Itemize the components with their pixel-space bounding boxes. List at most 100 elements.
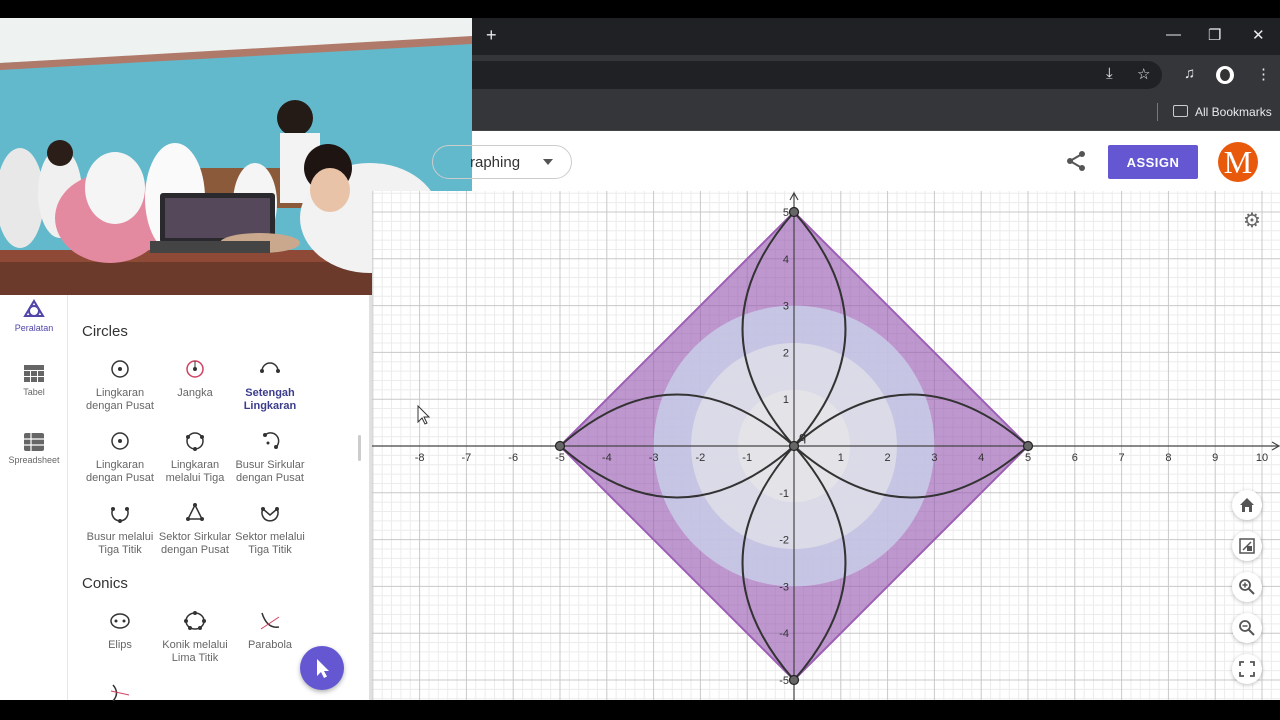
tool-label-1: Busur Sirkular [235, 459, 305, 471]
tool-label-1: Elips [108, 639, 132, 651]
zoom-in-button[interactable] [1232, 572, 1262, 602]
tool-list: Circles Lingkaran dengan Pusat Jangka Se… [82, 295, 362, 702]
tool-parabola[interactable]: Parabola [232, 611, 308, 652]
tool-compass[interactable]: Jangka [157, 359, 233, 400]
tool-label-2: dengan Pusat [86, 472, 154, 484]
section-title-conics: Conics [82, 575, 128, 592]
graph-point[interactable] [788, 206, 800, 218]
media-control-icon[interactable]: ♫ [1184, 65, 1195, 82]
app-selector[interactable]: raphing [432, 145, 572, 179]
settings-gear-icon[interactable]: ⚙ [1243, 208, 1261, 233]
tool-circle-center[interactable]: Lingkaran dengan Pusat [82, 359, 158, 413]
x-tick-label: -1 [742, 452, 752, 464]
close-window-button[interactable]: ✕ [1252, 26, 1265, 44]
fullscreen-button[interactable] [1232, 654, 1262, 684]
tool-conic-five-points[interactable]: Konik melalui Lima Titik [157, 611, 233, 665]
tool-arc-three-points[interactable]: Busur melalui Tiga Titik [82, 503, 158, 557]
zoom-out-icon [1239, 620, 1255, 636]
tool-label-2: Tiga Titik [98, 544, 142, 556]
bookmark-star-icon[interactable]: ☆ [1137, 65, 1150, 83]
bookmarks-bar: All Bookmarks [472, 95, 1280, 131]
graph-point[interactable] [554, 440, 566, 452]
circle-center-icon [111, 432, 129, 450]
browser-toolbar: ⤓ ☆ ♫ ⋮ [472, 55, 1280, 95]
minimize-button[interactable]: — [1166, 26, 1181, 43]
tool-hyperbola[interactable] [82, 683, 158, 711]
x-tick-label: 2 [885, 452, 891, 464]
tool-ellipse[interactable]: Elips [82, 611, 158, 652]
assign-button[interactable]: ASSIGN [1108, 145, 1198, 179]
x-tick-label: 5 [1025, 452, 1031, 464]
rail-item-spreadsheet[interactable]: Spreadsheet [0, 433, 68, 465]
rail-item-tabel[interactable]: Tabel [0, 365, 68, 397]
tool-label-2: dengan Pusat [236, 472, 304, 484]
rail-label: Tabel [23, 387, 45, 397]
x-tick-label: 6 [1072, 452, 1078, 464]
tool-label-1: Busur melalui [86, 531, 154, 543]
graph-point[interactable] [788, 674, 800, 686]
tool-semicircle[interactable]: Setengah Lingkaran [232, 359, 308, 413]
tool-label-2: Tiga Titik [248, 544, 292, 556]
tool-list-scrollbar[interactable] [358, 435, 361, 461]
fullscreen-icon [1239, 661, 1255, 677]
all-bookmarks-link[interactable]: All Bookmarks [1195, 105, 1272, 119]
y-tick-label: 4 [783, 254, 789, 266]
home-view-button[interactable] [1232, 490, 1262, 520]
share-icon[interactable] [1064, 149, 1088, 173]
browser-menu-icon[interactable]: ⋮ [1256, 65, 1271, 83]
x-tick-label: 10 [1256, 452, 1268, 464]
circle-three-points-icon [186, 432, 204, 451]
x-tick-label: -4 [602, 452, 612, 464]
app-header: raphing ASSIGN M [432, 131, 1280, 191]
cursor-icon [317, 659, 329, 678]
user-logo[interactable]: M [1218, 142, 1258, 182]
x-tick-label: -8 [415, 452, 425, 464]
tool-sector-center[interactable]: Sektor Sirkular dengan Pusat [157, 503, 233, 557]
x-tick-label: -2 [696, 452, 706, 464]
tool-label-1: Setengah [245, 387, 295, 399]
y-tick-label: 5 [783, 207, 789, 219]
tool-arc-center[interactable]: Busur Sirkular dengan Pusat [232, 431, 308, 485]
restore-button[interactable]: ❐ [1208, 26, 1221, 44]
point-label-q: q [799, 429, 806, 444]
screen: + — ❐ ✕ ⤓ ☆ ♫ ⋮ All Bookmarks raphing AS… [0, 0, 1280, 720]
zoom-in-icon [1239, 579, 1255, 595]
bookmarks-divider [1157, 103, 1158, 121]
y-tick-label: 2 [783, 347, 789, 359]
tool-label-2: dengan Pusat [161, 544, 229, 556]
y-tick-label: -5 [779, 675, 789, 687]
compass-icon [186, 360, 204, 378]
profile-avatar[interactable] [1216, 66, 1234, 84]
x-tick-label: 1 [838, 452, 844, 464]
graph-point[interactable] [788, 440, 800, 452]
x-tick-label: 9 [1212, 452, 1218, 464]
y-tick-label: 3 [783, 301, 789, 313]
x-tick-label: -7 [462, 452, 472, 464]
tool-sector-three-points[interactable]: Sektor melalui Tiga Titik [232, 503, 308, 557]
sector-center-icon [186, 503, 204, 521]
graph-point[interactable] [1022, 440, 1034, 452]
move-tool-button[interactable] [300, 646, 344, 690]
tool-circle-three-points[interactable]: Lingkaran melalui Tiga [157, 431, 233, 485]
address-field[interactable] [472, 61, 1162, 89]
install-app-icon[interactable]: ⤓ [1106, 65, 1113, 82]
rail-label: Spreadsheet [8, 455, 60, 465]
tool-circle-center-2[interactable]: Lingkaran dengan Pusat [82, 431, 158, 485]
y-tick-label: -3 [779, 581, 789, 593]
zoom-out-button[interactable] [1232, 613, 1262, 643]
tool-label-1: Konik melalui [162, 639, 228, 651]
new-tab-button[interactable]: + [486, 25, 497, 46]
standard-view-button[interactable] [1232, 531, 1262, 561]
graphics-view[interactable]: -8 -7 -6 -5 -4 -3 -2 -1 1 2 3 4 5 6 7 8 9 10 5 4 3 2 1 -1 -2 -3 -4… [372, 191, 1280, 700]
zoom-to-fit-icon [1239, 538, 1255, 554]
graph-canvas[interactable]: -8 -7 -6 -5 -4 -3 -2 -1 1 2 3 4 5 6 7 8 9 10 5 4 3 2 1 -1 -2 -3 -4… [372, 191, 1280, 700]
left-rail: Peralatan Tabel Spreadsheet [0, 295, 68, 700]
tool-label-2: dengan Pusat [86, 400, 154, 412]
tool-label-2: Lima Titik [171, 652, 219, 664]
rail-item-peralatan[interactable]: Peralatan [0, 299, 68, 333]
home-icon [1240, 498, 1254, 512]
sector-three-points-icon [261, 507, 279, 522]
arc-three-points-icon [111, 507, 129, 523]
arc-center-icon [263, 432, 280, 449]
browser-tab-strip: + — ❐ ✕ [472, 18, 1280, 55]
